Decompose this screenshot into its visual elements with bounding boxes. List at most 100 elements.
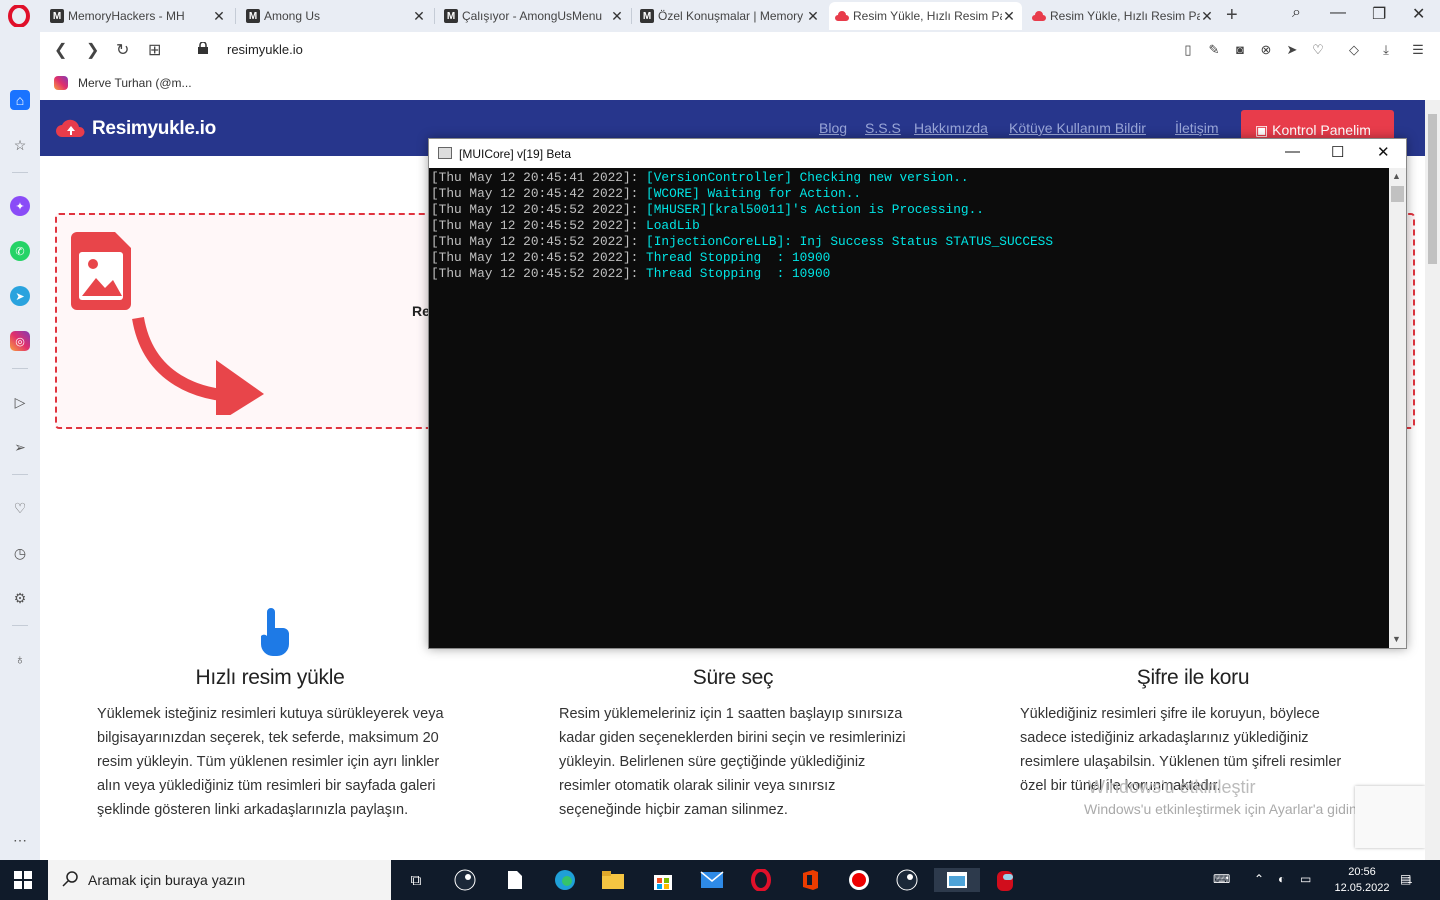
feature-title: Şifre ile koru: [1136, 666, 1250, 689]
tab-resimyukle-active[interactable]: Resim Yükle, Hızlı Resim Pa ✕: [829, 2, 1022, 30]
network-icon[interactable]: ▭: [1300, 872, 1311, 886]
system-clock[interactable]: 20:56 12.05.2022: [1327, 864, 1397, 896]
speed-dial-icon[interactable]: ☆: [10, 135, 30, 155]
steam-icon-2[interactable]: [894, 868, 920, 892]
console-close-button[interactable]: ✕: [1377, 143, 1390, 161]
tab-label: Among Us: [264, 9, 321, 23]
recaptcha-badge[interactable]: [1355, 786, 1425, 848]
console-scrollbar[interactable]: ▲ ▼: [1389, 168, 1406, 648]
cloud-upload-icon: [56, 119, 85, 137]
file-explorer-icon[interactable]: [600, 868, 626, 892]
settings-gear-icon[interactable]: ⚙: [10, 588, 30, 608]
restore-button[interactable]: ❐: [1372, 4, 1386, 24]
more-icon[interactable]: ⋯: [10, 830, 30, 850]
messenger-icon[interactable]: ✦: [10, 196, 30, 216]
cloud-favicon-icon: [1032, 9, 1046, 23]
nav-iletisim[interactable]: İletişim: [1175, 120, 1219, 136]
cube-icon[interactable]: ◇: [1346, 42, 1362, 58]
among-us-icon[interactable]: [992, 868, 1018, 892]
edge-icon[interactable]: [552, 868, 578, 892]
tab-close-icon[interactable]: ✕: [1002, 8, 1016, 25]
tab-close-icon[interactable]: ✕: [610, 8, 624, 25]
adblock-icon[interactable]: ⊗: [1258, 42, 1274, 58]
office-icon[interactable]: [797, 868, 823, 892]
keyboard-icon[interactable]: ⌨: [1213, 872, 1230, 886]
mail-icon[interactable]: [699, 868, 725, 892]
send-icon[interactable]: ➤: [1284, 42, 1300, 58]
tab-among-us[interactable]: M Among Us ✕: [240, 2, 432, 30]
menu-icon[interactable]: ☰: [1410, 42, 1426, 58]
feature-text: Yüklemek isteğiniz resimleri kutuya sürü…: [97, 706, 444, 818]
record-icon[interactable]: [846, 868, 872, 892]
scroll-thumb[interactable]: [1428, 114, 1437, 264]
console-minimize-button[interactable]: —: [1285, 143, 1300, 160]
opera-taskbar-icon[interactable]: [748, 868, 774, 892]
control-panel-label: Kontrol Panelim: [1272, 122, 1371, 138]
search-tabs-icon[interactable]: ⌕: [1292, 4, 1301, 22]
site-logo[interactable]: Resimyukle.io: [92, 118, 216, 140]
windows-start-icon[interactable]: [14, 871, 32, 889]
nav-sss[interactable]: S.S.S: [865, 120, 901, 136]
back-button[interactable]: ❮: [54, 40, 67, 60]
new-tab-button[interactable]: +: [1226, 4, 1238, 27]
console-output: [Thu May 12 20:45:41 2022]: [VersionCont…: [429, 168, 1389, 648]
tab-amongusmenu[interactable]: M Çalışıyor - AmongUsMenu ✕: [438, 2, 630, 30]
camera-icon[interactable]: ◙: [1232, 42, 1248, 58]
notifications-icon[interactable]: ▤1: [1400, 872, 1412, 886]
vpn-icon[interactable]: ◐: [1278, 872, 1285, 886]
opera-logo-icon[interactable]: [8, 5, 30, 27]
search-icon: [62, 871, 78, 887]
reload-button[interactable]: ↻: [116, 40, 129, 60]
console-title: [MUICore] v[19] Beta: [459, 147, 572, 161]
edit-icon[interactable]: ✎: [1206, 42, 1222, 58]
file-icon[interactable]: [502, 868, 528, 892]
taskbar-search[interactable]: Aramak için buraya yazın: [48, 860, 391, 900]
page-scrollbar[interactable]: [1425, 100, 1440, 860]
whatsapp-icon[interactable]: ✆: [10, 241, 30, 261]
notification-count: 1: [1407, 875, 1413, 885]
minimize-button[interactable]: —: [1330, 4, 1346, 22]
console-window[interactable]: [MUICore] v[19] Beta — ☐ ✕ [Thu May 12 2…: [428, 138, 1407, 649]
flow-icon[interactable]: ➢: [10, 437, 30, 457]
tab-close-icon[interactable]: ✕: [212, 8, 226, 25]
home-icon[interactable]: ⌂: [10, 90, 30, 110]
tab-ozel-konusmalar[interactable]: M Özel Konuşmalar | Memory ✕: [634, 2, 826, 30]
tab-close-icon[interactable]: ✕: [806, 8, 820, 25]
task-view-icon[interactable]: ⧉: [403, 868, 429, 892]
forward-button[interactable]: ❯: [86, 40, 99, 60]
store-icon[interactable]: [650, 868, 676, 892]
console-maximize-button[interactable]: ☐: [1331, 143, 1344, 161]
close-window-button[interactable]: ✕: [1412, 4, 1425, 24]
url-field[interactable]: resimyukle.io: [227, 42, 303, 57]
player-icon[interactable]: ▷: [10, 392, 30, 412]
search-placeholder: Aramak için buraya yazın: [88, 872, 246, 888]
reader-icon[interactable]: ▯: [1180, 42, 1196, 58]
console-titlebar[interactable]: [MUICore] v[19] Beta — ☐ ✕: [429, 139, 1406, 168]
scroll-up-icon[interactable]: ▲: [1392, 171, 1401, 181]
tray-chevron-up-icon[interactable]: ⌃: [1254, 872, 1264, 886]
tab-resimyukle[interactable]: Resim Yükle, Hızlı Resim Pa ✕: [1026, 2, 1220, 30]
tab-grid-button[interactable]: ⊞: [148, 40, 161, 60]
tab-favicon-icon: M: [444, 9, 458, 23]
scroll-down-icon[interactable]: ▼: [1392, 634, 1401, 644]
feature-text: Resim yüklemeleriniz için 1 saatten başl…: [559, 706, 906, 818]
history-icon[interactable]: ◷: [10, 543, 30, 563]
console-app-taskbar-icon[interactable]: [934, 868, 980, 892]
telegram-icon[interactable]: ➤: [10, 286, 30, 306]
console-line: [Thu May 12 20:45:52 2022]: LoadLib: [431, 218, 700, 233]
bookmark-item[interactable]: Merve Turhan (@m...: [78, 76, 192, 90]
tab-close-icon[interactable]: ✕: [412, 8, 426, 25]
heart-icon[interactable]: ♡: [10, 498, 30, 518]
tab-memoryhackers[interactable]: M MemoryHackers - MH ✕: [44, 2, 232, 30]
download-icon[interactable]: ⤓: [1378, 42, 1394, 58]
instagram-icon[interactable]: ◎: [10, 331, 30, 351]
nav-kotuye-kullanim[interactable]: Kötüye Kullanım Bildir: [1009, 120, 1146, 136]
steam-icon[interactable]: [452, 868, 478, 892]
nav-hakkimizda[interactable]: Hakkımızda: [914, 120, 988, 136]
nav-blog[interactable]: Blog: [819, 120, 847, 136]
console-scroll-thumb[interactable]: [1391, 186, 1404, 202]
tab-close-icon[interactable]: ✕: [1200, 8, 1214, 25]
browser-sidebar: ⌂ ☆ ✦ ✆ ➤ ◎ ▷ ➢ ♡ ◷ ⚙ ♁ ⋯: [0, 32, 40, 860]
tips-bulb-icon[interactable]: ♁: [10, 649, 30, 669]
heart-icon[interactable]: ♡: [1310, 42, 1326, 58]
